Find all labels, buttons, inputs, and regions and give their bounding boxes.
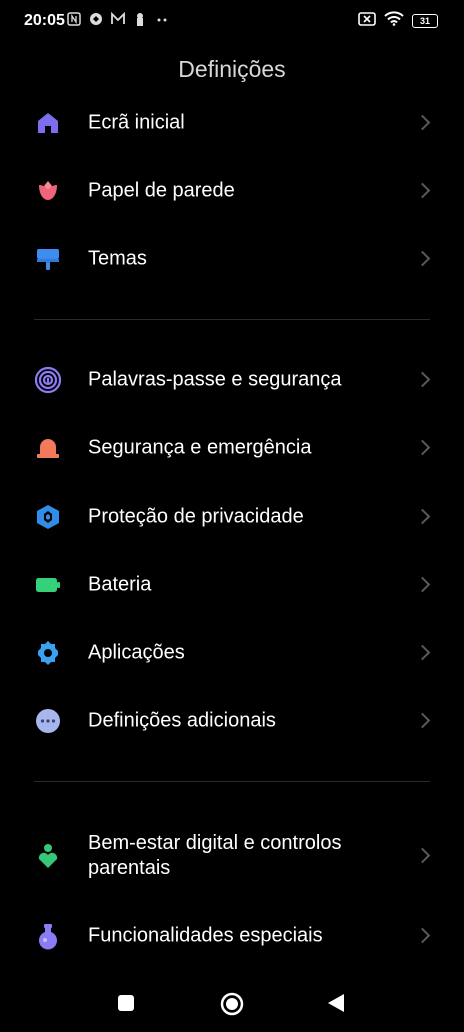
paint-roller-icon: [34, 245, 62, 273]
home-button[interactable]: [220, 992, 244, 1021]
settings-item-digital-wellbeing[interactable]: Bem-estar digital e controlos parentais: [0, 827, 464, 885]
nfc-icon: [66, 12, 82, 29]
settings-item-passwords-security[interactable]: Palavras-passe e segurança: [0, 352, 464, 408]
recents-button[interactable]: [117, 994, 135, 1017]
section-divider: [34, 781, 430, 782]
settings-item-themes[interactable]: Temas: [0, 231, 464, 287]
battery-icon: [34, 571, 62, 599]
settings-item-label: Ecrã inicial: [88, 111, 185, 134]
settings-item-label: Palavras-passe e segurança: [88, 368, 342, 391]
notification-icons: [66, 11, 170, 29]
tulip-icon: [34, 177, 62, 205]
vpn-shield-icon: [88, 12, 104, 29]
settings-item-label: Aplicações: [88, 641, 185, 664]
chevron-right-icon: [414, 927, 431, 944]
settings-item-wallpaper[interactable]: Papel de parede: [0, 163, 464, 219]
settings-item-additional-settings[interactable]: Definições adicionais: [0, 693, 464, 749]
settings-item-label: Segurança e emergência: [88, 436, 312, 459]
settings-item-home-screen[interactable]: Ecrã inicial: [0, 95, 464, 151]
potion-icon: [34, 922, 62, 950]
wellbeing-icon: [34, 842, 62, 870]
gear-icon: [34, 639, 62, 667]
chevron-right-icon: [414, 182, 431, 199]
keyhole-icon: [132, 12, 148, 29]
settings-item-label: Definições adicionais: [88, 709, 276, 732]
settings-item-privacy-protection[interactable]: Proteção de privacidade: [0, 489, 464, 545]
chevron-right-icon: [414, 508, 431, 525]
more-dots-icon: [34, 707, 62, 735]
wifi-icon: [384, 11, 404, 31]
mail-icon: [110, 11, 126, 29]
settings-item-special-features[interactable]: Funcionalidades especiais: [0, 908, 464, 964]
system-icons: 31: [358, 11, 438, 31]
settings-item-battery[interactable]: Bateria: [0, 557, 464, 613]
settings-item-label: Bateria: [88, 573, 152, 596]
section-divider: [34, 319, 430, 320]
settings-item-safety-emergency[interactable]: Segurança e emergência: [0, 420, 464, 476]
settings-item-label: Temas: [88, 247, 147, 270]
settings-item-apps[interactable]: Aplicações: [0, 625, 464, 681]
no-sim-icon: [358, 11, 376, 31]
chevron-right-icon: [414, 847, 431, 864]
status-bar: 20:05 31: [0, 0, 464, 44]
chevron-right-icon: [414, 114, 431, 131]
privacy-cube-icon: [34, 503, 62, 531]
chevron-right-icon: [414, 371, 431, 388]
chevron-right-icon: [414, 712, 431, 729]
chevron-right-icon: [414, 644, 431, 661]
page-title: Definições: [178, 56, 286, 82]
status-time: 20:05: [24, 12, 65, 29]
chevron-right-icon: [414, 439, 431, 456]
back-button[interactable]: [327, 993, 345, 1018]
fingerprint-icon: [34, 366, 62, 394]
settings-item-label: Funcionalidades especiais: [88, 924, 323, 947]
alarm-icon: [34, 434, 62, 462]
navigation-bar: [0, 978, 464, 1032]
more-notifications-icon: [154, 12, 170, 29]
settings-item-label: Papel de parede: [88, 179, 235, 202]
settings-item-label: Bem-estar digital e controlos parentais: [88, 832, 342, 879]
chevron-right-icon: [414, 250, 431, 267]
settings-item-label: Proteção de privacidade: [88, 505, 304, 528]
battery-indicator: 31: [412, 14, 438, 28]
chevron-right-icon: [414, 576, 431, 593]
home-icon: [34, 109, 62, 137]
